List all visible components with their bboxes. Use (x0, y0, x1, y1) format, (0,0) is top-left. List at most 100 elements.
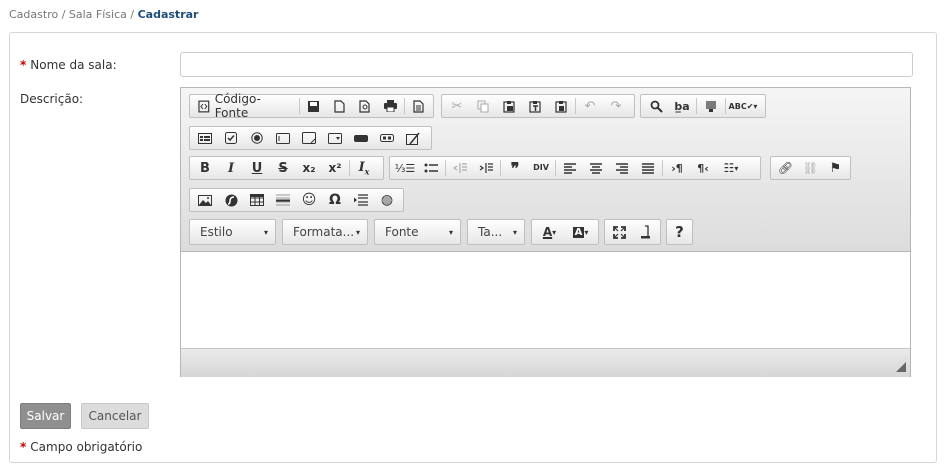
table-button[interactable] (244, 189, 270, 211)
paste-word-icon (555, 100, 567, 113)
save-button[interactable]: Salvar (20, 403, 71, 429)
language-button[interactable]: ☷ ▾ (716, 157, 746, 179)
radio-button[interactable] (244, 127, 270, 149)
blockquote-button[interactable]: ❞ (502, 157, 528, 179)
maximize-button[interactable] (607, 221, 633, 243)
unlink-button[interactable]: ⛓︎ (798, 157, 823, 179)
toolbar-group-about: ? (666, 219, 693, 245)
spellcheck-button[interactable]: ABC✔ ▾ (727, 95, 759, 117)
copy-button[interactable] (470, 95, 496, 117)
page-break-button[interactable] (348, 189, 374, 211)
bulleted-list-button[interactable] (418, 157, 444, 179)
remove-format-icon: Ix (358, 159, 370, 177)
indent-button[interactable] (473, 157, 499, 179)
underline-button[interactable]: U (244, 157, 270, 179)
form-icon (198, 132, 212, 144)
toolbar-group-insert: ☺ Ω ◍ (189, 188, 404, 212)
required-marker: * (20, 440, 27, 454)
save-button[interactable] (301, 95, 326, 117)
iframe-button[interactable]: ◍ (374, 189, 400, 211)
align-center-button[interactable] (583, 157, 609, 179)
button-icon (354, 134, 368, 142)
source-button[interactable]: Código-Fonte (192, 92, 298, 120)
imagebutton-button[interactable] (374, 127, 400, 149)
new-page-icon (334, 99, 345, 113)
toolbar-separator (575, 98, 576, 114)
smiley-button[interactable]: ☺ (296, 189, 322, 211)
textfield-button[interactable] (270, 127, 296, 149)
align-right-button[interactable] (609, 157, 635, 179)
textarea-button[interactable] (296, 127, 322, 149)
italic-button[interactable]: I (218, 157, 244, 179)
templates-button[interactable] (406, 95, 431, 117)
bg-color-button[interactable]: A ▾ (565, 221, 596, 243)
special-char-button[interactable]: Ω (322, 189, 348, 211)
image-button[interactable] (192, 189, 218, 211)
size-combo[interactable]: Ta... ▾ (467, 219, 525, 245)
text-color-button[interactable]: A ▾ (534, 221, 565, 243)
find-button[interactable] (643, 95, 669, 117)
name-input[interactable] (180, 52, 913, 77)
paste-text-button[interactable] (522, 95, 548, 117)
justify-button[interactable] (635, 157, 661, 179)
breadcrumb-cadastro[interactable]: Cadastro (9, 8, 58, 21)
horizontal-rule-icon (276, 194, 290, 206)
underline-icon: U (251, 160, 263, 176)
cut-button[interactable]: ✂ (444, 95, 470, 117)
subscript-icon: x₂ (302, 161, 316, 175)
cancel-button[interactable]: Cancelar (81, 403, 149, 429)
style-combo[interactable]: Estilo ▾ (189, 219, 276, 245)
form-button[interactable] (192, 127, 218, 149)
format-combo[interactable]: Formata... ▾ (282, 219, 368, 245)
breadcrumb-sala-fisica[interactable]: Sala Física (69, 8, 127, 21)
superscript-button[interactable]: x² (322, 157, 348, 179)
resize-handle-icon[interactable] (896, 362, 906, 372)
text-color-icon: A (542, 225, 553, 239)
outdent-button[interactable] (447, 157, 473, 179)
select-all-button[interactable] (698, 95, 724, 117)
print-button[interactable] (377, 95, 402, 117)
toolbar-separator (403, 98, 405, 114)
bold-button[interactable]: B (192, 157, 218, 179)
hiddenfield-button[interactable] (400, 127, 426, 149)
preview-button[interactable] (352, 95, 377, 117)
preview-icon (359, 99, 370, 113)
toolbar-separator (299, 98, 301, 114)
required-field-note: * Campo obrigatório (20, 440, 142, 454)
source-label: Código-Fonte (214, 92, 261, 120)
special-char-icon: Ω (329, 192, 341, 208)
select-button[interactable] (322, 127, 348, 149)
checkbox-button[interactable] (218, 127, 244, 149)
iframe-icon: ◍ (380, 192, 394, 208)
remove-format-button[interactable]: Ix (351, 157, 377, 179)
smiley-icon: ☺ (301, 192, 317, 208)
new-page-button[interactable] (327, 95, 352, 117)
button-button[interactable] (348, 127, 374, 149)
help-icon: ? (675, 223, 684, 241)
ltr-icon: ›¶ (671, 161, 683, 175)
strike-button[interactable]: S (270, 157, 296, 179)
editor-content-area[interactable] (181, 252, 910, 348)
ltr-button[interactable]: ›¶ (664, 157, 690, 179)
subscript-button[interactable]: x₂ (296, 157, 322, 179)
help-button[interactable]: ? (669, 221, 690, 243)
font-combo[interactable]: Fonte ▾ (374, 219, 461, 245)
link-button[interactable]: 🔗︎ (773, 157, 798, 179)
horizontal-rule-button[interactable] (270, 189, 296, 211)
show-blocks-button[interactable] (633, 221, 659, 243)
undo-button[interactable]: ↶ (577, 95, 603, 117)
rtl-button[interactable]: ¶‹ (690, 157, 716, 179)
flash-button[interactable] (218, 189, 244, 211)
replace-button[interactable]: b̲a (669, 95, 695, 117)
paste-icon (503, 100, 515, 113)
textarea-icon (302, 132, 316, 144)
paste-button[interactable] (496, 95, 522, 117)
redo-button[interactable]: ↷ (603, 95, 629, 117)
paste-text-icon (529, 100, 541, 113)
align-left-button[interactable] (557, 157, 583, 179)
numbered-list-button[interactable]: ⅓☰ (392, 157, 418, 179)
textfield-icon (276, 132, 290, 144)
paste-word-button[interactable] (548, 95, 574, 117)
create-div-button[interactable]: DIV (528, 157, 554, 179)
anchor-button[interactable]: ⚑ (823, 157, 848, 179)
